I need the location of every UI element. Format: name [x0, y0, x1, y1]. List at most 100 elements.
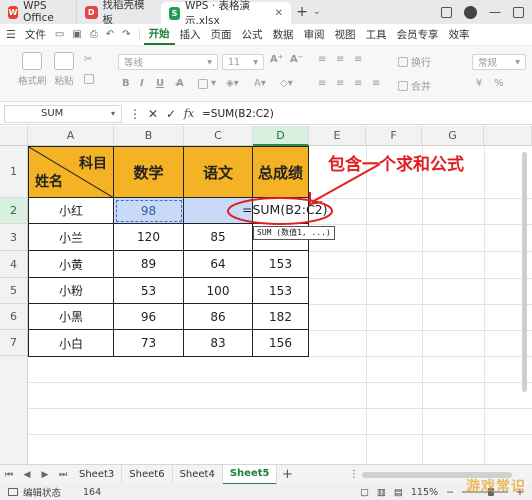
first-sheet-icon[interactable]: ⏮ — [0, 470, 18, 480]
cell-a6[interactable]: 小黑 — [29, 304, 114, 330]
decrease-font-icon[interactable]: A⁻ — [290, 54, 303, 65]
column-header-a[interactable]: A — [28, 126, 114, 146]
header-cell-corner[interactable]: 科目 姓名 — [29, 147, 114, 198]
align-center-icon[interactable]: ≡ — [336, 78, 344, 89]
copy-icon[interactable] — [84, 74, 94, 84]
font-size-select[interactable]: 11 ▾ — [222, 54, 264, 70]
merge-cells-button[interactable]: 合并 — [398, 78, 431, 93]
avatar[interactable] — [464, 5, 477, 19]
cell-a7[interactable]: 小白 — [29, 330, 114, 357]
undo-icon[interactable]: ↶ — [102, 29, 118, 40]
tab-spreadsheet-file[interactable]: S WPS · 表格演示.xlsx ✕ — [161, 0, 291, 27]
border-icon[interactable]: ▾ — [198, 78, 216, 89]
currency-button[interactable]: ¥ — [476, 78, 482, 89]
cell-a5[interactable]: 小粉 — [29, 278, 114, 304]
cell-b4[interactable]: 89 — [114, 251, 184, 278]
menu-page[interactable]: 页面 — [206, 27, 237, 42]
spreadsheet-grid[interactable]: A B C D E F G 1 2 3 4 5 6 7 科目 姓名 数学 语文 … — [0, 126, 532, 464]
cell-a3[interactable]: 小兰 — [29, 224, 114, 251]
row-header-4[interactable]: 4 — [0, 251, 28, 278]
column-header-d[interactable]: D — [253, 126, 309, 146]
column-header-c[interactable]: C — [184, 126, 253, 146]
tab-list-button[interactable]: ⌄ — [313, 0, 327, 24]
cell-d4[interactable]: 153 — [253, 251, 309, 278]
fill-color-icon[interactable]: ◈▾ — [226, 78, 239, 89]
align-left-icon[interactable]: ≡ — [318, 78, 326, 89]
cell-b5[interactable]: 53 — [114, 278, 184, 304]
view-normal-icon[interactable]: ▢ — [360, 487, 369, 498]
maximize-icon[interactable] — [513, 6, 524, 18]
number-format-select[interactable]: 常规 ▾ — [472, 54, 526, 70]
column-header-e[interactable]: E — [309, 126, 366, 146]
row-header-5[interactable]: 5 — [0, 278, 28, 304]
italic-button[interactable]: I — [140, 78, 144, 89]
cell-c6[interactable]: 86 — [184, 304, 253, 330]
increase-font-icon[interactable]: A⁺ — [270, 54, 283, 65]
menu-view[interactable]: 视图 — [330, 27, 361, 42]
font-color-icon[interactable]: A▾ — [254, 78, 266, 89]
tab-wps-office[interactable]: W WPS Office — [0, 0, 76, 24]
row-header-1[interactable]: 1 — [0, 146, 28, 198]
column-header-f[interactable]: F — [366, 126, 422, 146]
sheet-tab-sheet6[interactable]: Sheet6 — [122, 464, 173, 485]
name-box[interactable]: SUM ▾ — [4, 104, 122, 123]
sheet-tab-sheet5[interactable]: Sheet5 — [222, 464, 278, 485]
format-painter-button[interactable]: 格式刷 — [18, 52, 47, 87]
cell-b2[interactable]: 98 — [114, 198, 184, 224]
underline-button[interactable]: U — [156, 78, 164, 89]
close-tab-icon[interactable]: ✕ — [275, 8, 283, 19]
confirm-formula-button[interactable]: ✓ — [162, 107, 180, 121]
row-header-3[interactable]: 3 — [0, 224, 28, 251]
cell-d7[interactable]: 156 — [253, 330, 309, 357]
column-header-b[interactable]: B — [114, 126, 184, 146]
column-header-g[interactable]: G — [422, 126, 484, 146]
cell-c7[interactable]: 83 — [184, 330, 253, 357]
menu-file[interactable]: 文件 — [20, 27, 51, 42]
align-top-icon[interactable]: ≡ — [318, 54, 326, 65]
more-options-icon[interactable]: ⋮ — [346, 469, 362, 480]
view-reading-icon[interactable]: ▤ — [394, 487, 403, 498]
font-family-select[interactable]: 等线 ▾ — [118, 54, 218, 70]
sheet-tab-sheet3[interactable]: Sheet3 — [72, 464, 123, 485]
header-cell-math[interactable]: 数学 — [114, 147, 184, 198]
cut-icon[interactable]: ✂ — [84, 54, 92, 65]
menu-member[interactable]: 会员专享 — [392, 27, 444, 42]
align-justify-icon[interactable]: ≡ — [372, 78, 380, 89]
cell-d6[interactable]: 182 — [253, 304, 309, 330]
open-folder-icon[interactable]: ▭ — [51, 29, 68, 40]
redo-icon[interactable]: ↷ — [118, 29, 134, 40]
menu-data[interactable]: 数据 — [268, 27, 299, 42]
align-right-icon[interactable]: ≡ — [354, 78, 362, 89]
header-cell-chinese[interactable]: 语文 — [184, 147, 253, 198]
view-page-icon[interactable]: ▥ — [377, 487, 386, 498]
prev-sheet-icon[interactable]: ◀ — [18, 470, 36, 480]
minimize-icon[interactable]: — — [489, 5, 501, 19]
row-header-6[interactable]: 6 — [0, 304, 28, 330]
save-icon[interactable]: ▣ — [68, 29, 85, 40]
cell-c5[interactable]: 100 — [184, 278, 253, 304]
cell-d5[interactable]: 153 — [253, 278, 309, 304]
cell-c4[interactable]: 64 — [184, 251, 253, 278]
cell-a4[interactable]: 小黄 — [29, 251, 114, 278]
add-sheet-icon[interactable]: + — [277, 467, 297, 482]
vertical-scrollbar[interactable] — [522, 152, 527, 392]
sheet-tab-sheet4[interactable]: Sheet4 — [173, 464, 223, 485]
cancel-formula-button[interactable]: ✕ — [144, 107, 162, 121]
hamburger-menu-icon[interactable]: ☰ — [6, 28, 16, 41]
cell-b7[interactable]: 73 — [114, 330, 184, 357]
select-all-corner[interactable] — [0, 126, 28, 146]
next-sheet-icon[interactable]: ▶ — [36, 470, 54, 480]
align-bottom-icon[interactable]: ≡ — [354, 54, 362, 65]
layout-icon[interactable] — [441, 6, 452, 18]
cell-b6[interactable]: 96 — [114, 304, 184, 330]
formula-input[interactable]: =SUM(B2:C2) — [202, 108, 274, 120]
row-header-7[interactable]: 7 — [0, 330, 28, 356]
menu-home[interactable]: 开始 — [143, 25, 175, 45]
bold-button[interactable]: B — [122, 78, 130, 89]
new-tab-button[interactable]: + — [291, 0, 313, 24]
cell-a2[interactable]: 小红 — [29, 198, 114, 224]
menu-insert[interactable]: 插入 — [175, 27, 206, 42]
zoom-level[interactable]: 115% — [411, 487, 438, 498]
wrap-text-button[interactable]: 换行 — [398, 54, 431, 69]
menu-review[interactable]: 审阅 — [299, 27, 330, 42]
